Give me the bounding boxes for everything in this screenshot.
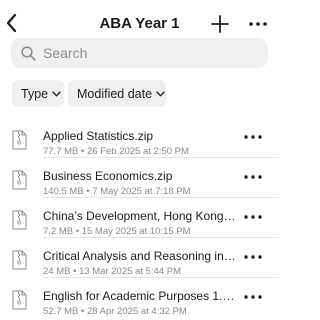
search-bar[interactable] [11, 38, 268, 68]
file-row[interactable]: Applied Statistics.zip 77.7 MB • 26 Feb … [0, 118, 279, 158]
zip-file-icon [12, 290, 27, 310]
chevron-down-icon [156, 90, 165, 96]
zip-file-icon [12, 250, 27, 270]
file-meta: 24 MB • 13 Mar 2025 at 5:44 PM [43, 266, 181, 277]
file-meta: 77.7 MB • 26 Feb 2025 at 2:50 PM [43, 146, 189, 157]
ellipsis-icon[interactable] [247, 14, 269, 34]
search-icon [21, 46, 36, 61]
file-row[interactable]: English for Academic Purposes 1.zip 52.7… [0, 278, 279, 318]
file-name: Business Economics.zip [43, 169, 173, 183]
file-name: Critical Analysis and Reasoning in D... [43, 249, 236, 263]
file-row[interactable]: China’s Development, Hong Kong a... 7.2 … [0, 198, 279, 238]
zip-file-icon [12, 210, 27, 230]
file-name: China’s Development, Hong Kong a... [43, 209, 236, 223]
search-input[interactable] [43, 38, 258, 68]
zip-file-icon [12, 130, 27, 150]
page-title: ABA Year 1 [99, 15, 180, 32]
file-row[interactable]: Business Economics.zip 140.5 MB • 7 May … [0, 158, 279, 198]
chevron-down-icon [52, 90, 61, 96]
ellipsis-icon[interactable] [242, 130, 264, 144]
file-meta: 140.5 MB • 7 May 2025 at 7:18 PM [43, 186, 191, 197]
ellipsis-icon[interactable] [242, 170, 264, 184]
file-name: English for Academic Purposes 1.zip [43, 289, 236, 303]
file-meta: 52.7 MB • 28 Apr 2025 at 4:32 PM [43, 306, 187, 317]
ellipsis-icon[interactable] [242, 290, 264, 304]
chevron-left-icon[interactable] [5, 13, 19, 33]
type-filter-label: Type [21, 86, 49, 101]
file-meta: 7.2 MB • 15 May 2025 at 10:15 PM [43, 226, 191, 237]
plus-icon[interactable] [210, 14, 230, 34]
file-row[interactable]: Critical Analysis and Reasoning in D... … [0, 238, 279, 278]
ellipsis-icon[interactable] [242, 250, 264, 264]
page-title-wrap: ABA Year 1 [0, 15, 279, 32]
type-filter-button[interactable]: Type [12, 80, 64, 107]
modified-date-filter-button[interactable]: Modified date [68, 80, 166, 107]
ellipsis-icon[interactable] [242, 210, 264, 224]
file-name: Applied Statistics.zip [43, 129, 154, 143]
zip-file-icon [12, 170, 27, 190]
modified-date-filter-label: Modified date [77, 86, 153, 101]
